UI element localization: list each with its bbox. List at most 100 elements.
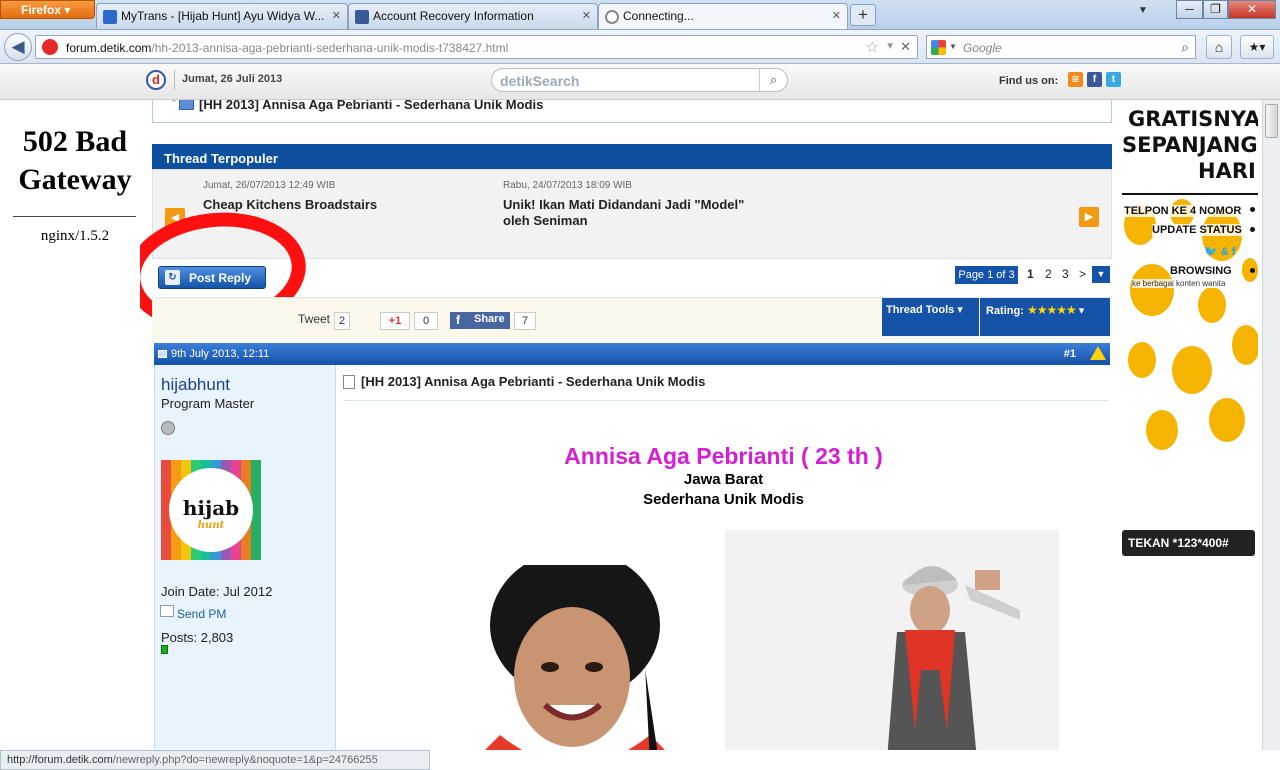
facebook-share-button[interactable]: f Share [450,312,510,329]
share-label: Share [474,313,505,325]
error-server: nginx/1.5.2 [40,228,110,244]
twitter-icon[interactable]: t [1106,72,1121,87]
status-url-path: /newreply.php?do=newreply&noquote=1&p=24… [112,754,378,766]
social-share-bar: Tweet 2 +1 0 f Share 7 Thread Tools ▾ Ra… [152,297,1112,339]
mytrans-favicon-icon [103,10,117,24]
ad-line-browse: BROWSING [1170,265,1232,277]
site-identity-icon[interactable] [42,39,58,55]
new-tab-button[interactable]: + [850,4,876,26]
post-tagline: Sederhana Unik Modis [643,491,804,508]
gplus-count: 0 [414,312,438,330]
search-icon[interactable]: ⌕ [759,69,787,91]
thread-tools-label: Thread Tools [886,304,955,316]
firefox-menu-button[interactable]: Firefox ▾ [0,0,95,19]
send-pm-link[interactable]: Send PM [177,607,226,621]
avatar-logo: hijab hunt [169,468,253,552]
google-engine-icon[interactable] [931,40,946,55]
breadcrumb: └ [HH 2013] Annisa Aga Pebrianti - Seder… [152,100,1112,123]
url-bar[interactable]: forum.detik.com/hh-2013-annisa-aga-pebri… [35,35,918,59]
thread-tools-menu[interactable]: Thread Tools ▾ [882,298,979,336]
folder-icon [179,100,194,110]
page-scrollbar[interactable] [1262,100,1280,750]
engine-dropdown-icon[interactable]: ▼ [949,42,957,51]
send-pm-icon[interactable] [160,605,174,617]
detik-logo[interactable]: d [146,70,166,90]
post-title: [HH 2013] Annisa Aga Pebrianti - Sederha… [361,374,706,389]
back-button[interactable]: ◀ [4,33,32,61]
minimize-button[interactable]: ─ [1176,0,1203,19]
loading-spinner-icon [605,10,619,24]
ad-line-call: TELPON KE 4 NOMOR [1124,205,1242,217]
search-bar[interactable]: ▼ Google ⌕ [926,35,1196,59]
close-tab-icon[interactable]: ✕ [582,9,591,22]
rating-menu[interactable]: Rating: ★★★★★ ▾ [980,298,1110,336]
avatar-subtext: hunt [197,520,225,531]
detik-search-label: detikSearch [500,73,580,89]
tab-label: Connecting... [623,9,694,23]
reply-bar: ↻ Post Reply Page 1 of 3 1 2 3 > ▼ [140,203,1112,341]
report-warning-icon[interactable] [1090,346,1106,360]
tweet-count: 2 [334,312,350,330]
twitter-icon: 🐦 & f [1204,246,1236,258]
url-dropdown-icon[interactable]: ▼ [885,41,895,52]
tree-connector: └ [169,100,177,107]
page-link-3[interactable]: 3 [1062,267,1069,281]
tweet-button[interactable]: Tweet [298,312,330,326]
divider [174,70,175,90]
home-icon[interactable]: ⌂ [1206,35,1232,59]
post-number[interactable]: #1 [1064,348,1076,360]
tab-connecting[interactable]: Connecting... ✕ [598,3,848,29]
facebook-icon[interactable]: f [1087,72,1102,87]
find-us-label: Find us on: [999,75,1059,87]
ad-cta[interactable]: TEKAN *123*400# [1122,530,1255,556]
status-bar: http://forum.detik.com/newreply.php?do=n… [0,750,430,770]
close-tab-icon[interactable]: ✕ [332,9,341,22]
ad-divider [1122,193,1258,195]
rss-icon[interactable]: ≋ [1068,72,1083,87]
bookmarks-menu-icon[interactable]: ★▾ [1240,35,1274,59]
url-text: forum.detik.com/hh-2013-annisa-aga-pebri… [66,41,509,55]
breadcrumb-title[interactable]: [HH 2013] Annisa Aga Pebrianti - Sederha… [199,100,543,112]
search-icon[interactable]: ⌕ [1181,39,1189,56]
next-arrow-icon[interactable]: ▶ [1079,207,1099,227]
username-link[interactable]: hijabhunt [161,375,230,395]
offline-status-icon [161,421,175,435]
page-dropdown-icon[interactable]: ▼ [1092,266,1110,283]
next-page-link[interactable]: > [1079,267,1086,281]
facebook-favicon-icon [355,10,369,24]
left-ad-frame: 502 Bad Gateway nginx/1.5.2 [0,100,140,750]
tab-account-recovery[interactable]: Account Recovery Information ✕ [348,3,598,29]
detik-search-box[interactable]: detikSearch ⌕ [491,68,788,92]
page-link-1[interactable]: 1 [1027,267,1034,281]
ad-line-update: UPDATE STATUS [1152,224,1242,236]
close-window-button[interactable]: ✕ [1228,0,1276,19]
list-all-tabs-icon[interactable]: ▼ [1138,5,1148,16]
tab-label: MyTrans - [Hijab Hunt] Ayu Widya W... [121,9,325,23]
error-divider [13,216,136,217]
rating-stars: ★★★★★ [1026,303,1077,317]
right-ad-banner[interactable]: GRATISNYA SEPANJANG HARI TELPON KE 4 NOM… [1122,100,1258,750]
tab-mytrans[interactable]: MyTrans - [Hijab Hunt] Ayu Widya W... ✕ [96,3,348,29]
popular-item-title[interactable]: Unik! Ikan Mati Didandani Jadi "Model" o… [503,197,773,229]
bullet-icon [1250,268,1255,273]
close-tab-icon[interactable]: ✕ [832,9,841,22]
user-avatar[interactable]: hijab hunt [161,460,261,560]
post-header: 9th July 2013, 12:11 #1 [154,343,1110,365]
popular-threads-header: Thread Terpopuler [152,144,1112,169]
popular-item-date: Rabu, 24/07/2013 18:09 WIB [503,180,632,191]
scrollbar-thumb[interactable] [1265,104,1278,138]
tab-label: Account Recovery Information [373,9,534,23]
post-date: 9th July 2013, 12:11 [171,348,270,360]
gplus-button[interactable]: +1 [380,312,410,330]
restore-button[interactable]: ❐ [1203,0,1228,19]
share-count: 7 [514,312,536,330]
navigation-toolbar: ◀ forum.detik.com/hh-2013-annisa-aga-peb… [0,30,1280,64]
page-link-2[interactable]: 2 [1045,267,1052,281]
status-url-host: http://forum.detik.com [7,754,113,766]
forum-content: └ [HH 2013] Annisa Aga Pebrianti - Seder… [140,100,1122,750]
popular-item-title[interactable]: Cheap Kitchens Broadstairs [203,197,463,213]
ad-line-sub: ke berbagai konten wanita [1132,279,1226,288]
bookmark-star-icon[interactable]: ☆ [866,38,879,56]
ad-headline-3: HARI [1198,159,1256,183]
stop-icon[interactable]: ✕ [900,39,911,55]
